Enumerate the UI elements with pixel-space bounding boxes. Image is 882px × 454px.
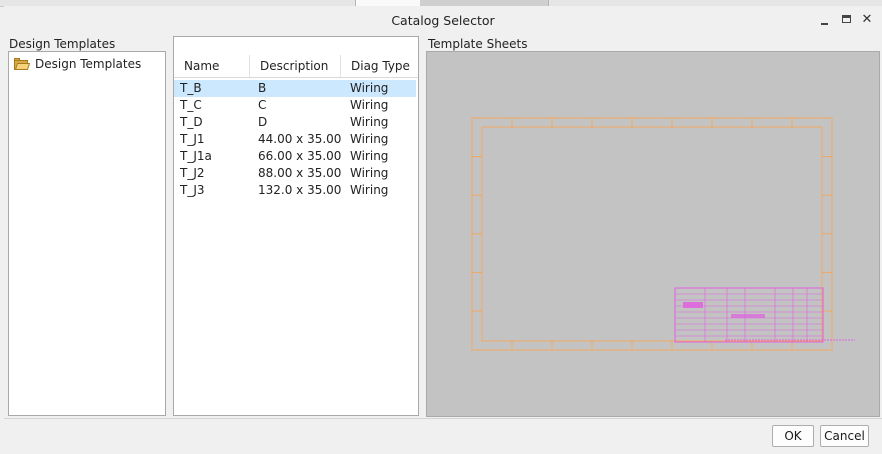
template-sheet-preview (426, 51, 880, 417)
template-sheets-label: Template Sheets (428, 37, 528, 51)
title-block (674, 287, 855, 343)
tree-item-design-templates[interactable]: Design Templates (14, 56, 141, 72)
folder-open-icon (14, 57, 31, 70)
cell-name: T_B (180, 81, 202, 95)
cell-description: B (258, 81, 267, 95)
column-header-name[interactable]: Name (174, 55, 249, 77)
table-row[interactable]: T_J1a 66.00 x 35.00 Wiring (174, 148, 416, 165)
table-row[interactable]: T_J3 132.0 x 35.00 Wiring (174, 182, 416, 199)
minimize-icon[interactable] (818, 13, 832, 27)
sheet-frame (471, 117, 833, 351)
design-templates-label: Design Templates (9, 37, 116, 51)
cell-description: 66.00 x 35.00 (258, 149, 342, 163)
button-bar: OK Cancel (4, 418, 882, 454)
template-list[interactable]: Name Description Diag Type T_B B Wiring T_C… (173, 36, 419, 416)
title-block-fill (731, 314, 765, 318)
title-block-fill (683, 302, 703, 308)
cell-name: T_J1 (180, 132, 205, 146)
list-header: Name Description Diag Type (174, 55, 418, 78)
column-header-description[interactable]: Description (249, 55, 340, 77)
cell-name: T_D (180, 115, 203, 129)
cell-diag-type: Wiring (350, 98, 389, 112)
cell-description: C (258, 98, 267, 112)
cell-description: 132.0 x 35.00 (258, 183, 342, 197)
sheet-inner-border (481, 126, 823, 342)
panel-splitter[interactable] (167, 36, 172, 416)
tree-item-label: Design Templates (35, 57, 142, 71)
maximize-icon[interactable] (840, 13, 854, 27)
cell-name: T_J2 (180, 166, 205, 180)
cell-diag-type: Wiring (350, 115, 389, 129)
cell-description: 44.00 x 35.00 (258, 132, 342, 146)
table-row[interactable]: T_J1 44.00 x 35.00 Wiring (174, 131, 416, 148)
close-icon[interactable]: ✕ (860, 13, 874, 27)
cell-diag-type: Wiring (350, 149, 389, 163)
template-sheet-drawing (471, 117, 855, 351)
cancel-button[interactable]: Cancel (820, 425, 869, 447)
ok-button[interactable]: OK (772, 425, 814, 447)
cell-diag-type: Wiring (350, 132, 389, 146)
table-row[interactable]: T_D D Wiring (174, 114, 416, 131)
table-row[interactable]: T_B B Wiring (174, 80, 416, 97)
design-templates-tree[interactable]: Design Templates (8, 51, 166, 416)
cell-diag-type: Wiring (350, 183, 389, 197)
table-row[interactable]: T_C C Wiring (174, 97, 416, 114)
cell-name: T_J3 (180, 183, 205, 197)
cell-name: T_C (180, 98, 202, 112)
title-bar[interactable]: Catalog Selector ✕ (4, 6, 882, 35)
catalog-selector-dialog: Catalog Selector ✕ Design Templates Desi… (4, 6, 882, 454)
table-row[interactable]: T_J2 88.00 x 35.00 Wiring (174, 165, 416, 182)
app-root: Catalog Selector ✕ Design Templates Desi… (0, 0, 882, 454)
sheet-outer-border (471, 117, 833, 351)
cell-diag-type: Wiring (350, 166, 389, 180)
cell-diag-type: Wiring (350, 81, 389, 95)
cell-description: 88.00 x 35.00 (258, 166, 342, 180)
column-header-diag-type[interactable]: Diag Type (340, 55, 418, 77)
window-title: Catalog Selector (391, 13, 495, 28)
cell-name: T_J1a (180, 149, 212, 163)
cell-description: D (258, 115, 268, 129)
